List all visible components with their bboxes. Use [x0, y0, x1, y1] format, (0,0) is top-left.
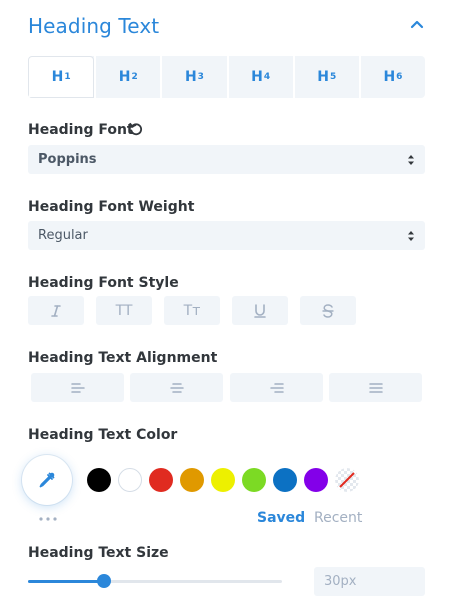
heading-font-weight-value: Regular [38, 228, 88, 243]
tab-h2[interactable]: H2 [94, 56, 160, 98]
heading-text-color-label: Heading Text Color [28, 427, 178, 443]
align-right-icon [269, 382, 284, 393]
align-right-button[interactable] [230, 373, 323, 402]
tab-label: H [118, 69, 131, 85]
tab-h1[interactable]: H1 [28, 56, 95, 98]
tab-label: H [383, 69, 396, 85]
tab-h5[interactable]: H5 [292, 56, 359, 98]
reset-icon[interactable] [128, 121, 144, 137]
swatch-red[interactable] [149, 468, 173, 492]
swatch-yellow[interactable] [211, 468, 235, 492]
text-size-slider[interactable] [28, 574, 282, 588]
tab-sub: 2 [131, 72, 138, 82]
heading-level-tabs: H1 H2 H3 H4 H5 H6 [28, 56, 425, 98]
tab-h6[interactable]: H6 [358, 56, 425, 98]
heading-font-weight-select[interactable]: Regular [28, 221, 425, 250]
section-header[interactable]: Heading Text [28, 14, 426, 40]
section-title: Heading Text [28, 14, 160, 38]
tab-sub: 5 [330, 72, 337, 82]
uppercase-icon: TT [115, 302, 133, 319]
eyedropper-icon [39, 472, 55, 488]
tab-label: H [184, 69, 197, 85]
tab-label: H [317, 69, 329, 85]
swatch-none-icon[interactable] [335, 468, 359, 492]
align-justify-icon [368, 382, 383, 393]
align-justify-button[interactable] [329, 373, 422, 402]
underline-button[interactable] [232, 296, 288, 325]
swatch-blue[interactable] [273, 468, 297, 492]
align-left-icon [70, 382, 85, 393]
recent-colors-tab[interactable]: Recent [314, 510, 362, 526]
heading-font-label: Heading Font [28, 122, 134, 138]
tab-sub: 1 [64, 72, 71, 82]
tab-label: H [51, 69, 64, 85]
swatch-black[interactable] [87, 468, 111, 492]
swatch-purple[interactable] [304, 468, 328, 492]
more-options-icon[interactable] [38, 512, 58, 526]
tab-sub: 4 [263, 72, 271, 82]
heading-font-select[interactable]: Poppins [28, 145, 425, 174]
tab-sub: 3 [197, 72, 204, 82]
text-size-input[interactable] [314, 567, 425, 596]
capitalize-button[interactable]: Tт [164, 296, 220, 325]
swatch-green[interactable] [242, 468, 266, 492]
align-center-icon [169, 382, 184, 393]
slider-fill [28, 580, 105, 583]
heading-text-size-label: Heading Text Size [28, 545, 169, 561]
heading-font-weight-label: Heading Font Weight [28, 199, 195, 215]
capitalize-icon: Tт [183, 302, 201, 319]
italic-icon [51, 304, 61, 317]
align-left-button[interactable] [31, 373, 124, 402]
heading-font-style-label: Heading Font Style [28, 275, 179, 291]
select-arrows-icon [408, 155, 414, 165]
heading-text-alignment-label: Heading Text Alignment [28, 350, 218, 366]
uppercase-button[interactable]: TT [96, 296, 152, 325]
swatch-white[interactable] [118, 468, 142, 492]
saved-colors-tab[interactable]: Saved [257, 510, 305, 526]
slider-handle[interactable] [97, 574, 112, 588]
italic-button[interactable] [28, 296, 84, 325]
swatch-orange[interactable] [180, 468, 204, 492]
heading-font-value: Poppins [38, 152, 97, 167]
tab-sub: 6 [396, 72, 403, 82]
strikethrough-icon [322, 303, 334, 318]
tab-label: H [251, 69, 263, 85]
color-picker-button[interactable] [22, 455, 72, 505]
select-arrows-icon [408, 231, 414, 241]
align-center-button[interactable] [130, 373, 223, 402]
tab-h4[interactable]: H4 [226, 56, 293, 98]
tab-h3[interactable]: H3 [160, 56, 226, 98]
underline-icon [254, 303, 266, 318]
heading-text-settings-panel: Heading Text H1 H2 H3 H4 H5 H6 Heading F… [0, 0, 452, 615]
strikethrough-button[interactable] [300, 296, 356, 325]
chevron-up-icon[interactable] [408, 16, 426, 34]
